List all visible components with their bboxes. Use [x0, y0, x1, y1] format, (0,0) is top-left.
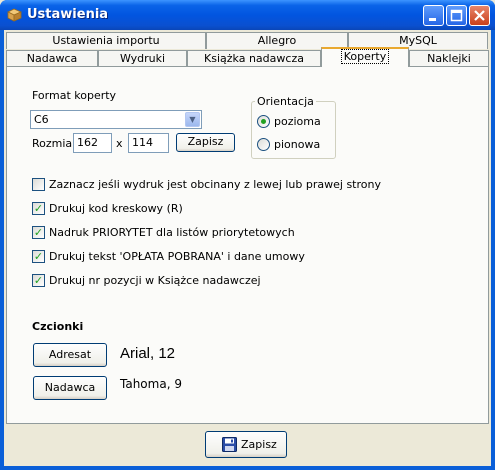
tab-label: Nadawca: [26, 52, 78, 65]
floppy-disk-icon: [222, 437, 237, 452]
checkbox-priority[interactable]: ✓: [32, 226, 45, 239]
tab-label: MySQL: [399, 34, 437, 47]
nadawca-font-button[interactable]: Nadawca: [33, 376, 107, 400]
height-field[interactable]: 114: [128, 133, 169, 153]
tab-label: Allegro: [257, 34, 297, 47]
tab-label: Naklejki: [427, 52, 471, 65]
tab-koperty[interactable]: Koperty: [321, 47, 409, 67]
checkbox-crop-warning[interactable]: [32, 178, 45, 191]
tab-wydruki[interactable]: Wydruki: [98, 50, 187, 67]
adresat-font-value: Arial, 12: [120, 345, 176, 362]
tab-naklejki[interactable]: Naklejki: [409, 50, 489, 67]
format-value: C6: [34, 113, 49, 126]
tab-label: Ustawienia importu: [52, 34, 160, 47]
format-combobox[interactable]: C6 ▼: [30, 110, 202, 129]
save-size-button[interactable]: Zapisz: [176, 133, 235, 152]
tab-ustawienia-importu[interactable]: Ustawienia importu: [6, 32, 206, 49]
orientation-title: Orientacja: [255, 95, 316, 108]
maximize-icon: [450, 9, 463, 22]
radio-pozioma-label[interactable]: pozioma: [274, 115, 321, 128]
checkbox-priority-label[interactable]: Nadruk PRIORYTET dla listów priorytetowy…: [49, 226, 295, 239]
tab-ksiazka-nadawcza[interactable]: Książka nadawcza: [187, 50, 321, 67]
tab-row-1: Ustawienia importu Allegro MySQL: [6, 32, 488, 49]
title-bar[interactable]: Ustawienia: [0, 0, 495, 30]
checkbox-position-number-label[interactable]: Drukuj nr pozycji w Książce nadawczej: [49, 274, 261, 287]
chevron-down-icon[interactable]: ▼: [185, 112, 200, 127]
tab-label: Koperty: [340, 49, 390, 64]
checkbox-oplata-pobrana-label[interactable]: Drukuj tekst 'OPŁATA POBRANA' i dane umo…: [49, 250, 305, 263]
save-button-label: Zapisz: [241, 438, 277, 451]
settings-window: Ustawienia Ustawienia importu Allegro My…: [0, 0, 495, 470]
package-icon: [7, 8, 22, 22]
minimize-icon: [429, 18, 436, 21]
window-title: Ustawienia: [27, 7, 109, 22]
adresat-font-button[interactable]: Adresat: [33, 343, 107, 367]
size-separator: x: [116, 137, 123, 150]
checkbox-oplata-pobrana[interactable]: ✓: [32, 250, 45, 263]
minimize-button[interactable]: [423, 5, 444, 26]
tab-label: Książka nadawcza: [204, 52, 304, 65]
checkbox-crop-warning-label[interactable]: Zaznacz jeśli wydruk jest obcinany z lew…: [49, 178, 381, 191]
width-field[interactable]: 162: [73, 133, 112, 153]
tab-nadawca[interactable]: Nadawca: [6, 50, 98, 67]
radio-pionowa[interactable]: [257, 138, 270, 151]
maximize-button[interactable]: [446, 5, 467, 26]
tab-row-2: Nadawca Wydruki Książka nadawcza Koperty…: [6, 47, 489, 67]
checkbox-barcode-label[interactable]: Drukuj kod kreskowy (R): [49, 202, 183, 215]
tab-label: Wydruki: [119, 52, 166, 65]
checkbox-position-number[interactable]: ✓: [32, 274, 45, 287]
radio-pozioma[interactable]: [257, 115, 270, 128]
nadawca-font-value: Tahoma, 9: [120, 377, 182, 391]
close-button[interactable]: [469, 5, 490, 26]
format-label: Format koperty: [32, 89, 117, 102]
fonts-title: Czcionki: [32, 320, 84, 333]
close-icon: [474, 10, 485, 21]
save-button[interactable]: Zapisz: [205, 431, 287, 458]
size-label: Rozmiar: [32, 137, 77, 150]
radio-pionowa-label[interactable]: pionowa: [274, 138, 320, 151]
checkbox-barcode[interactable]: ✓: [32, 202, 45, 215]
